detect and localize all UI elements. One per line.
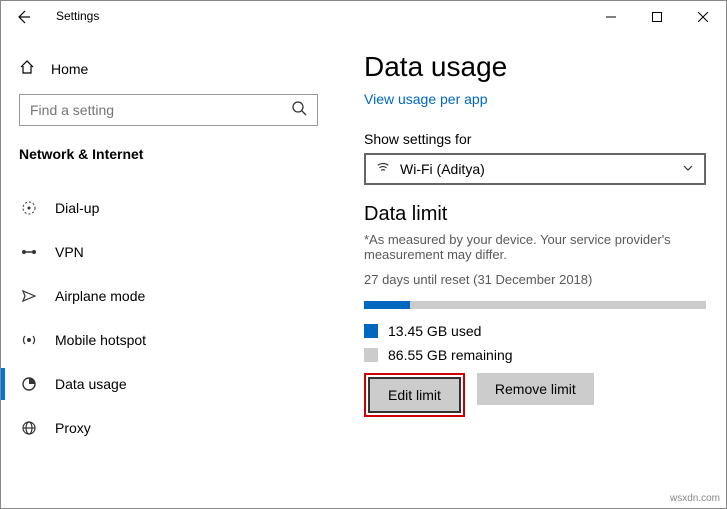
remove-limit-button[interactable]: Remove limit (477, 373, 594, 405)
used-legend: 13.45 GB used (364, 323, 706, 339)
used-swatch (364, 324, 378, 338)
watermark: wsxdn.com (670, 493, 720, 504)
reset-text: 27 days until reset (31 December 2018) (364, 272, 706, 287)
sidebar-item-dialup[interactable]: Dial-up (19, 186, 318, 230)
sidebar-item-vpn[interactable]: VPN (19, 230, 318, 274)
remaining-legend: 86.55 GB remaining (364, 347, 706, 363)
usage-bar (364, 301, 706, 309)
network-dropdown[interactable]: Wi-Fi (Aditya) (364, 153, 706, 185)
sidebar-item-label: VPN (55, 244, 84, 260)
show-settings-label: Show settings for (364, 131, 706, 147)
home-label: Home (51, 61, 88, 77)
measurement-note: *As measured by your device. Your servic… (364, 232, 706, 262)
chevron-down-icon (682, 162, 694, 177)
minimize-button[interactable] (588, 1, 634, 33)
sidebar-item-label: Data usage (55, 376, 127, 392)
edit-limit-button[interactable]: Edit limit (370, 379, 459, 411)
sidebar-item-label: Proxy (55, 420, 91, 436)
section-title: Network & Internet (19, 146, 318, 162)
page-heading: Data usage (364, 51, 706, 83)
home-nav[interactable]: Home (19, 59, 318, 78)
data-limit-heading: Data limit (364, 203, 706, 226)
wifi-icon (376, 160, 390, 179)
search-field[interactable] (30, 102, 291, 118)
remaining-text: 86.55 GB remaining (388, 347, 513, 363)
data-usage-icon (21, 376, 37, 392)
vpn-icon (21, 244, 37, 260)
search-icon (291, 100, 307, 121)
sidebar-item-data-usage[interactable]: Data usage (19, 362, 318, 406)
home-icon (19, 59, 35, 78)
dialup-icon (21, 200, 37, 216)
maximize-button[interactable] (634, 1, 680, 33)
sidebar-item-hotspot[interactable]: Mobile hotspot (19, 318, 318, 362)
sidebar-item-airplane[interactable]: Airplane mode (19, 274, 318, 318)
airplane-icon (21, 288, 37, 304)
used-text: 13.45 GB used (388, 323, 481, 339)
hotspot-icon (21, 332, 37, 348)
usage-bar-fill (364, 301, 410, 309)
search-input[interactable] (19, 94, 318, 126)
dropdown-value: Wi-Fi (Aditya) (400, 161, 672, 177)
remaining-swatch (364, 348, 378, 362)
sidebar-item-label: Airplane mode (55, 288, 145, 304)
edit-limit-highlight: Edit limit (364, 373, 465, 417)
close-button[interactable] (680, 1, 726, 33)
sidebar-item-label: Mobile hotspot (55, 332, 146, 348)
sidebar-item-label: Dial-up (55, 200, 99, 216)
proxy-icon (21, 420, 37, 436)
back-button[interactable] (15, 9, 31, 30)
view-usage-link[interactable]: View usage per app (364, 91, 706, 107)
sidebar-item-proxy[interactable]: Proxy (19, 406, 318, 450)
window-title: Settings (56, 9, 99, 23)
